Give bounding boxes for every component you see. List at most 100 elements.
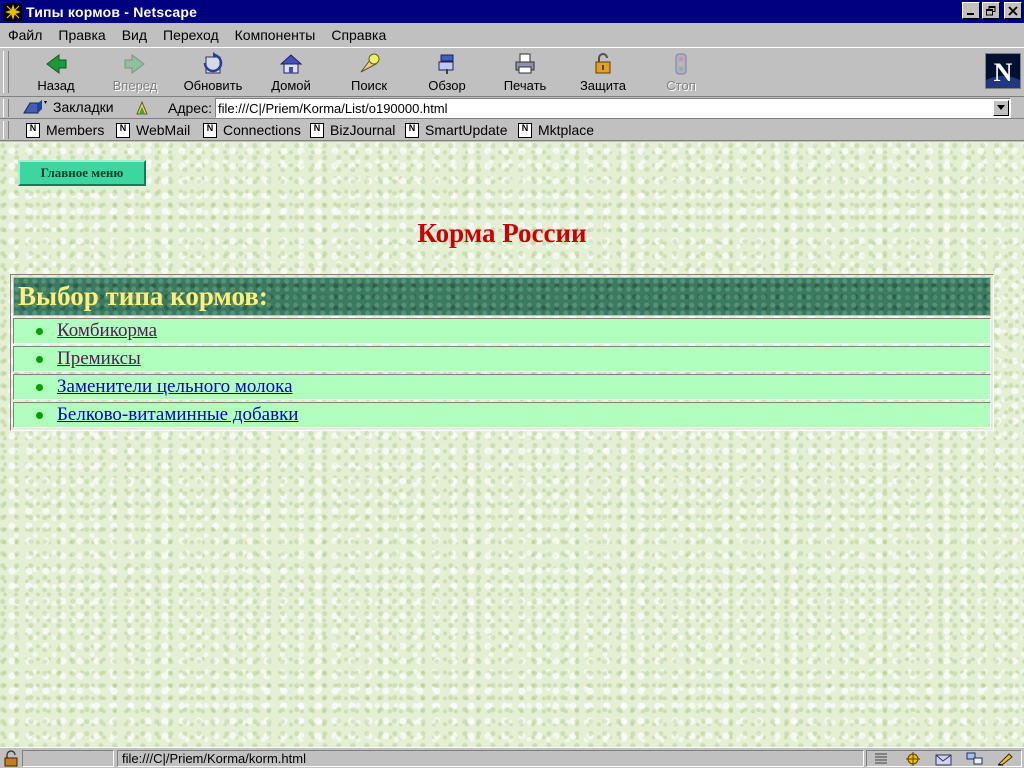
forward-button[interactable]: Вперед	[96, 50, 174, 95]
menu-file[interactable]: Файл	[8, 27, 42, 43]
mail-icon[interactable]	[935, 752, 953, 766]
progress-bar	[22, 750, 114, 767]
reload-label: Обновить	[183, 78, 243, 93]
bookmark-label: Mktplace	[538, 122, 595, 138]
discussion-icon[interactable]	[966, 752, 984, 766]
list-item: Премиксы	[13, 346, 991, 372]
status-text: file:///C|/Priem/Korma/korm.html	[117, 750, 864, 767]
bullet-icon	[36, 327, 43, 335]
title-bar: Типы кормов - Netscape	[0, 0, 1024, 23]
netscape-n-icon: N	[986, 54, 1020, 88]
address-label: Адрес:	[168, 100, 212, 116]
location-grip[interactable]	[3, 99, 9, 117]
toolbar-grip[interactable]	[3, 51, 9, 93]
bookmark-icon: N	[203, 122, 217, 138]
list-item: Комбикорма	[13, 318, 991, 344]
bullet-icon	[36, 355, 43, 363]
menu-view[interactable]: Вид	[122, 27, 147, 43]
print-label: Печать	[503, 78, 547, 93]
guide-button[interactable]: Обзор	[408, 50, 486, 95]
reload-button[interactable]: Обновить	[174, 50, 252, 95]
address-input[interactable]	[215, 98, 1011, 118]
link-milk-replacers[interactable]: Заменители цельного молока	[57, 376, 293, 398]
bookmark-mktplace[interactable]: N Mktplace	[518, 121, 594, 139]
netscape-logo[interactable]: N	[985, 53, 1021, 89]
page-content: Главное меню Корма России Выбор типа кор…	[0, 142, 1024, 747]
component-grip-icon[interactable]	[873, 752, 891, 766]
location-toolbar: Закладки Адрес:	[0, 97, 1024, 119]
link-premixes[interactable]: Премиксы	[57, 348, 141, 370]
navigator-icon[interactable]	[904, 751, 922, 766]
minimize-button[interactable]	[962, 2, 980, 19]
close-icon	[1008, 5, 1018, 16]
menu-help[interactable]: Справка	[331, 27, 386, 43]
home-button[interactable]: Домой	[252, 50, 330, 95]
link-compound-feed[interactable]: Комбикорма	[57, 320, 157, 342]
security-status-icon[interactable]	[2, 750, 20, 767]
lock-icon	[595, 53, 611, 74]
menu-edit[interactable]: Правка	[58, 27, 105, 43]
bookmarks-button[interactable]: Закладки	[22, 99, 114, 115]
security-button[interactable]: Защита	[564, 50, 642, 95]
restore-button[interactable]	[982, 2, 1000, 19]
status-bar: file:///C|/Priem/Korma/korm.html	[0, 747, 1024, 768]
chevron-down-icon	[997, 105, 1005, 110]
back-label: Назад	[37, 78, 75, 93]
link-protein-vitamin-supplements[interactable]: Белково-витаминные добавки	[57, 404, 298, 426]
main-menu-button[interactable]: Главное меню	[18, 160, 146, 186]
bookmark-bizjournal[interactable]: N BizJournal	[310, 121, 395, 139]
page-title: Корма России	[417, 218, 587, 248]
bookmark-icon: N	[26, 122, 40, 138]
menu-bar: Файл Правка Вид Переход Компоненты Справ…	[0, 23, 1024, 47]
menu-go[interactable]: Переход	[163, 27, 219, 43]
bookmark-icon: N	[310, 122, 324, 138]
search-label: Поиск	[350, 78, 388, 93]
bookmarks-label: Закладки	[53, 99, 114, 115]
window-title: Типы кормов - Netscape	[26, 3, 198, 20]
stop-label: Стоп	[666, 78, 696, 93]
bookmark-label: Members	[46, 122, 105, 138]
bookmark-label: WebMail	[136, 122, 191, 138]
bookmark-webmail[interactable]: N WebMail	[116, 121, 190, 139]
bookmark-icon: N	[518, 122, 532, 138]
forward-arrow-icon	[124, 54, 145, 74]
personal-grip[interactable]	[3, 121, 9, 139]
svg-text:N: N	[994, 58, 1013, 87]
bookmark-smartupdate[interactable]: N SmartUpdate	[405, 121, 507, 139]
stop-icon	[675, 53, 687, 75]
minimize-icon	[967, 12, 974, 15]
address-dropdown-button[interactable]	[993, 100, 1009, 116]
bullet-icon	[36, 411, 43, 419]
menu-components[interactable]: Компоненты	[235, 27, 316, 43]
back-button[interactable]: Назад	[17, 50, 95, 95]
search-button[interactable]: Поиск	[330, 50, 408, 95]
security-label: Защита	[579, 78, 627, 93]
component-bar	[866, 750, 1022, 767]
guide-label: Обзор	[428, 78, 466, 93]
forward-label: Вперед	[112, 78, 158, 93]
reload-icon	[203, 52, 223, 74]
bookmark-label: BizJournal	[330, 122, 396, 138]
bookmark-members[interactable]: N Members	[26, 121, 104, 139]
bookmark-icon: N	[116, 122, 130, 138]
bookmark-connections[interactable]: N Connections	[203, 121, 301, 139]
table-header: Выбор типа кормов:	[13, 277, 991, 316]
print-button[interactable]: Печать	[486, 50, 564, 95]
page-proxy-icon[interactable]	[134, 100, 150, 116]
navigation-toolbar: Назад Вперед Обновить Домой Поиск Обзор …	[0, 47, 1024, 97]
print-icon	[515, 53, 535, 74]
bullet-icon	[36, 383, 43, 391]
bookmarks-icon	[23, 100, 47, 114]
bookmark-label: SmartUpdate	[425, 122, 508, 138]
home-icon	[279, 54, 303, 74]
netscape-app-icon[interactable]	[4, 2, 22, 21]
list-item: Белково-витаминные добавки	[13, 402, 991, 428]
bookmark-label: Connections	[223, 122, 301, 138]
back-arrow-icon	[46, 54, 67, 74]
composer-icon[interactable]	[997, 752, 1015, 766]
search-icon	[360, 53, 380, 73]
stop-button[interactable]: Стоп	[642, 50, 720, 95]
close-button[interactable]	[1004, 2, 1022, 19]
home-label: Домой	[271, 78, 311, 93]
restore-icon	[986, 5, 996, 15]
